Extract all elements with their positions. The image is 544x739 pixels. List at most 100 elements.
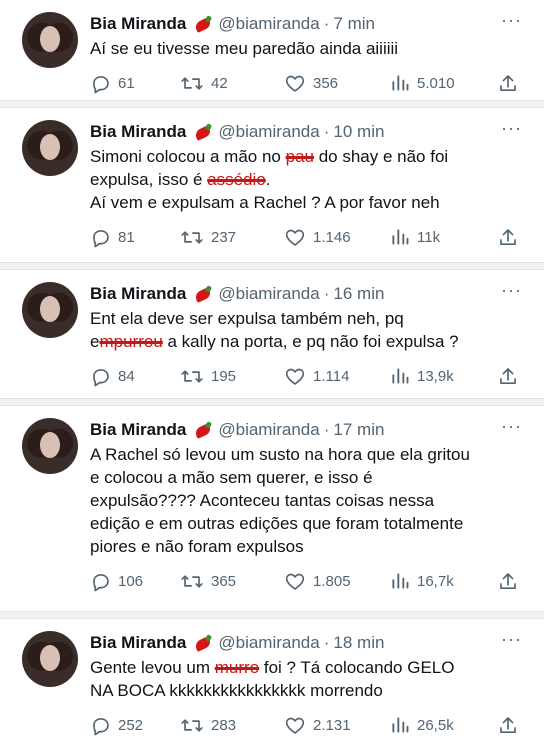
tweet-divider [0,398,544,406]
tweet[interactable]: Bia Miranda @biamiranda · 7 min Aí se eu… [0,0,544,100]
retweet-button[interactable]: 195 [180,366,284,387]
reply-icon [93,717,109,735]
share-button[interactable] [498,73,518,94]
author-handle[interactable]: @biamiranda [218,420,319,440]
chili-pepper-icon [192,284,212,304]
tweet-header: Bia Miranda @biamiranda · 10 min [90,121,528,143]
text-segment: edição e em outras edições que foram tot… [90,514,464,533]
tweet-text: Ent ela deve ser expulsa também neh, pq e… [90,307,528,353]
author-handle[interactable]: @biamiranda [218,284,319,304]
avatar[interactable] [22,282,78,338]
text-segment: Simoni colocou a mão no [90,147,286,166]
reply-button[interactable]: 61 [90,73,180,94]
retweet-button[interactable]: 365 [180,571,284,592]
reply-button[interactable]: 84 [90,366,180,387]
avatar[interactable] [22,631,78,687]
tweet[interactable]: Bia Miranda @biamiranda · 18 min Gente l… [0,619,544,739]
tweet-text-line: Simoni colocou a mão no pau do shay e nã… [90,145,528,168]
heart-icon [285,717,305,734]
like-button[interactable]: 1.114 [284,366,390,387]
share-button[interactable] [498,227,518,248]
avatar[interactable] [22,120,78,176]
share-button[interactable] [498,571,518,592]
reply-icon [93,368,109,386]
retweet-count: 195 [211,367,237,385]
tweet-actions: 106 365 1.805 16,7k [90,569,528,593]
author-name[interactable]: Bia Miranda [90,14,186,34]
retweet-button[interactable]: 283 [180,715,284,736]
retweet-button[interactable]: 42 [180,73,284,94]
author-handle[interactable]: @biamiranda [218,122,319,142]
timestamp[interactable]: 16 min [333,284,384,304]
separator-dot: · [323,284,330,303]
author-name[interactable]: Bia Miranda [90,420,186,440]
tweet-body: Bia Miranda @biamiranda · 10 min Simoni … [90,108,528,262]
tweet[interactable]: Bia Miranda @biamiranda · 16 min Ent ela… [0,270,544,398]
like-button[interactable]: 1.146 [284,227,390,248]
like-count: 1.146 [313,228,351,246]
more-icon[interactable]: ··· [501,280,522,301]
share-icon [500,716,516,733]
share-button[interactable] [498,366,518,387]
like-count: 1.114 [313,367,350,385]
timestamp[interactable]: 7 min [333,14,375,34]
separator-dot: · [323,122,330,141]
reply-count: 252 [118,716,144,734]
reply-button[interactable]: 81 [90,227,180,248]
retweet-icon [181,574,203,588]
reply-icon [93,229,109,247]
redacted-word: murro [214,658,260,677]
avatar[interactable] [22,418,78,474]
separator-dot: · [323,14,330,33]
avatar[interactable] [22,12,78,68]
tweet[interactable]: Bia Miranda @biamiranda · 17 min A Rache… [0,406,544,611]
views-button[interactable]: 16,7k [390,571,498,591]
text-segment: a kally na porta, e pq não foi expulsa ? [162,332,459,351]
timestamp[interactable]: 17 min [333,420,384,440]
share-button[interactable] [498,715,518,736]
tweet-body: Bia Miranda @biamiranda · 18 min Gente l… [90,619,528,739]
redacted-word: assédio [207,170,266,189]
chili-pepper-icon [192,14,212,34]
reply-button[interactable]: 106 [90,571,180,592]
text-segment: expulsão???? Aconteceu tantas coisas nes… [90,491,435,510]
more-icon[interactable]: ··· [501,629,522,650]
retweet-count: 365 [211,572,237,590]
tweet-text-line: Aí vem e expulsam a Rachel ? A por favor… [90,191,528,214]
author-handle[interactable]: @biamiranda [218,633,319,653]
tweet[interactable]: Bia Miranda @biamiranda · 10 min Simoni … [0,108,544,262]
share-icon [500,367,516,384]
views-icon [392,573,409,589]
text-segment: do shay e não foi [313,147,449,166]
author-name[interactable]: Bia Miranda [90,633,186,653]
more-icon[interactable]: ··· [501,10,522,31]
more-icon[interactable]: ··· [501,118,522,139]
like-button[interactable]: 2.131 [284,715,390,736]
like-count: 2.131 [313,716,351,734]
timestamp[interactable]: 10 min [333,122,384,142]
timestamp[interactable]: 18 min [333,633,384,653]
author-name[interactable]: Bia Miranda [90,122,186,142]
text-segment: foi ? Tá colocando GELO [259,658,455,677]
author-handle[interactable]: @biamiranda [218,14,319,34]
views-button[interactable]: 26,5k [390,715,498,735]
text-segment: piores e não foram expulsos [90,537,304,556]
reply-button[interactable]: 252 [90,715,180,736]
author-name[interactable]: Bia Miranda [90,284,186,304]
views-button[interactable]: 11k [390,227,498,247]
text-segment: expulsa, isso é [90,170,208,189]
text-segment: A Rachel só levou um susto na hora que e… [90,445,470,464]
like-count: 1.805 [313,572,351,590]
views-button[interactable]: 13,9k [390,366,498,386]
tweet-body: Bia Miranda @biamiranda · 16 min Ent ela… [90,270,528,398]
like-button[interactable]: 356 [284,73,390,94]
retweet-count: 42 [211,74,228,92]
text-segment: Gente levou um [90,658,215,677]
view-count: 26,5k [417,716,454,734]
like-button[interactable]: 1.805 [284,571,390,592]
retweet-button[interactable]: 237 [180,227,284,248]
views-button[interactable]: 5.010 [390,73,498,93]
views-icon [392,229,409,245]
text-segment: Aí se eu tivesse meu paredão ainda aiiii… [90,39,399,58]
more-icon[interactable]: ··· [501,416,522,437]
